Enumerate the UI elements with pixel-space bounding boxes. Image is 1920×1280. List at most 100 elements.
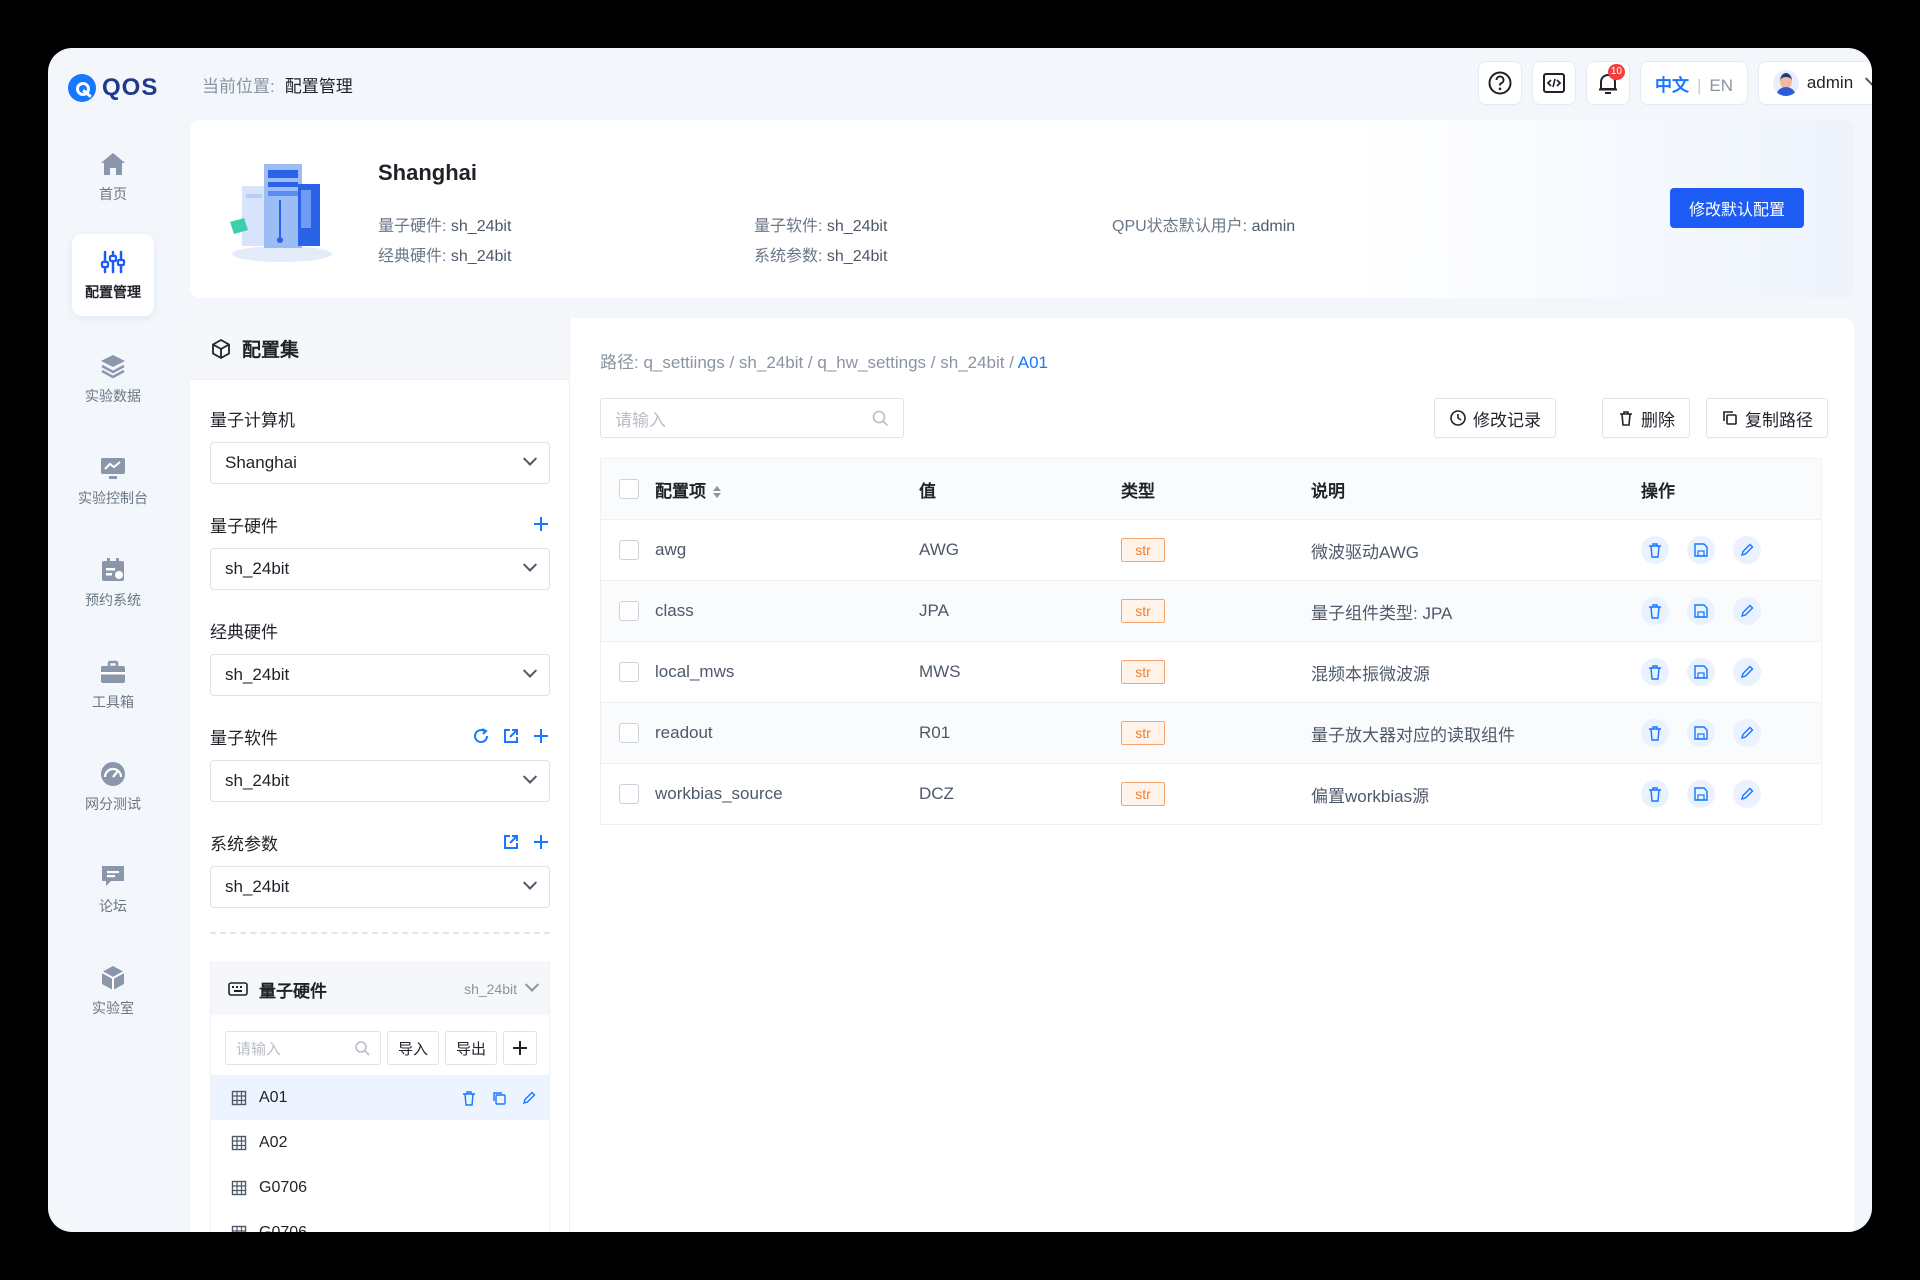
add-icon[interactable] — [532, 515, 550, 533]
edit-row-button[interactable] — [1733, 597, 1761, 625]
cell-key: class — [655, 601, 694, 620]
breadcrumb-label: 当前位置: — [202, 77, 275, 96]
tree-item[interactable]: A01 — [211, 1075, 549, 1120]
language-options: 中文 | EN — [1654, 75, 1734, 95]
select-all-checkbox[interactable] — [619, 479, 639, 499]
tree-item[interactable]: A02 — [211, 1120, 549, 1165]
tree-item[interactable]: G0706 — [211, 1210, 549, 1232]
system-params-select[interactable]: sh_24bit — [210, 866, 550, 908]
lang-en[interactable]: EN — [1709, 76, 1733, 95]
search-icon — [872, 410, 889, 427]
sidebar-item-experiment-data[interactable]: 实验数据 — [72, 338, 154, 420]
meta-qpu-default-user: QPU状态默认用户: admin — [1112, 218, 1296, 235]
sidebar-item-label: 实验室 — [92, 1000, 134, 1016]
quantum-computer-select[interactable]: Shanghai — [210, 442, 550, 484]
edit-default-config-button[interactable]: 修改默认配置 — [1670, 188, 1804, 228]
row-checkbox[interactable] — [619, 601, 639, 621]
add-icon[interactable] — [532, 727, 550, 745]
table-row[interactable]: awg AWG str 微波驱动AWG — [601, 519, 1821, 580]
sidebar-item-home[interactable]: 首页 — [72, 136, 154, 218]
edit-row-button[interactable] — [1733, 719, 1761, 747]
sidebar-item-lab[interactable]: 实验室 — [72, 950, 154, 1032]
sidebar-item-network-test[interactable]: 网分测试 — [72, 746, 154, 828]
delete-row-button[interactable] — [1641, 536, 1669, 564]
save-row-button[interactable] — [1687, 658, 1715, 686]
trash-icon[interactable] — [461, 1090, 477, 1106]
copy-icon[interactable] — [491, 1090, 507, 1106]
breadcrumb-current[interactable]: 配置管理 — [285, 77, 353, 96]
table-row[interactable]: local_mws MWS str 混频本振微波源 — [601, 641, 1821, 702]
save-row-button[interactable] — [1687, 536, 1715, 564]
sidebar-item-forum[interactable]: 论坛 — [72, 848, 154, 930]
edit-row-button[interactable] — [1733, 536, 1761, 564]
quantum-hardware-tree-header[interactable]: 量子硬件 sh_24bit — [211, 963, 549, 1015]
lang-zh[interactable]: 中文 — [1655, 76, 1689, 95]
type-tag: str — [1121, 721, 1165, 745]
sidebar-item-toolbox[interactable]: 工具箱 — [72, 644, 154, 726]
delete-button[interactable]: 删除 — [1602, 398, 1690, 438]
quantum-software-select[interactable]: sh_24bit — [210, 760, 550, 802]
path-segment[interactable]: q_settiings — [643, 353, 724, 372]
path-segment[interactable]: q_hw_settings — [817, 353, 926, 372]
add-button[interactable] — [503, 1031, 538, 1065]
delete-row-button[interactable] — [1641, 780, 1669, 808]
sort-icon[interactable] — [712, 484, 722, 500]
row-checkbox[interactable] — [619, 784, 639, 804]
add-icon[interactable] — [532, 833, 550, 851]
refresh-icon[interactable] — [472, 727, 490, 745]
chat-icon — [99, 862, 127, 890]
open-external-icon[interactable] — [502, 833, 520, 851]
import-button[interactable]: 导入 — [386, 1031, 439, 1065]
column-header-type: 类型 — [1121, 481, 1155, 501]
code-button[interactable] — [1532, 61, 1576, 105]
language-switch[interactable]: 中文 | EN — [1640, 61, 1748, 105]
notification-button[interactable]: 10 — [1586, 61, 1630, 105]
delete-row-button[interactable] — [1641, 658, 1669, 686]
logo[interactable]: QOS — [68, 70, 158, 106]
save-row-button[interactable] — [1687, 780, 1715, 808]
avatar — [1772, 70, 1799, 96]
copy-path-button[interactable]: 复制路径 — [1706, 398, 1828, 438]
open-external-icon[interactable] — [502, 727, 520, 745]
save-row-button[interactable] — [1687, 597, 1715, 625]
table-row[interactable]: workbias_source DCZ str 偏置workbias源 — [601, 763, 1821, 824]
delete-row-button[interactable] — [1641, 719, 1669, 747]
classic-hardware-select[interactable]: sh_24bit — [210, 654, 550, 696]
edit-row-button[interactable] — [1733, 780, 1761, 808]
sidebar-item-config[interactable]: 配置管理 — [72, 234, 154, 316]
keyboard-icon — [228, 982, 248, 996]
tree-title: 量子硬件 — [259, 981, 327, 1001]
row-checkbox[interactable] — [619, 662, 639, 682]
delete-row-button[interactable] — [1641, 597, 1669, 625]
path-segment[interactable]: sh_24bit — [739, 353, 803, 372]
quantum-hardware-select[interactable]: sh_24bit — [210, 548, 550, 590]
column-header-key[interactable]: 配置项 — [655, 477, 919, 502]
tree-toolbar: 请输入 导入 导出 — [211, 1015, 549, 1075]
edit-row-button[interactable] — [1733, 658, 1761, 686]
trash-icon — [1649, 787, 1661, 802]
sidebar-item-booking[interactable]: 预约系统 — [72, 542, 154, 624]
table-icon — [231, 1135, 247, 1150]
save-row-button[interactable] — [1687, 719, 1715, 747]
tree-item[interactable]: G0706 — [211, 1165, 549, 1210]
export-button[interactable]: 导出 — [445, 1031, 498, 1065]
plus-icon — [513, 1041, 528, 1055]
row-checkbox[interactable] — [619, 540, 639, 560]
help-button[interactable] — [1478, 61, 1522, 105]
field-quantum-hardware: 量子硬件 sh_24bit — [210, 512, 550, 590]
column-header-description: 说明 — [1311, 481, 1345, 501]
sidebar-item-label: 实验控制台 — [78, 490, 148, 506]
table-row[interactable]: readout R01 str 量子放大器对应的读取组件 — [601, 702, 1821, 763]
table-row[interactable]: class JPA str 量子组件类型: JPA — [601, 580, 1821, 641]
trash-icon — [1649, 543, 1661, 558]
config-set-header: 配置集 — [190, 318, 569, 380]
user-menu[interactable]: admin — [1758, 61, 1872, 105]
user-name: admin — [1806, 73, 1854, 92]
row-checkbox[interactable] — [619, 723, 639, 743]
search-input[interactable]: 请输入 — [600, 398, 904, 438]
tree-search-input[interactable]: 请输入 — [225, 1031, 381, 1065]
edit-icon[interactable] — [521, 1090, 537, 1106]
sidebar-item-experiment-console[interactable]: 实验控制台 — [72, 440, 154, 522]
history-button[interactable]: 修改记录 — [1434, 398, 1556, 438]
path-segment[interactable]: sh_24bit — [940, 353, 1004, 372]
